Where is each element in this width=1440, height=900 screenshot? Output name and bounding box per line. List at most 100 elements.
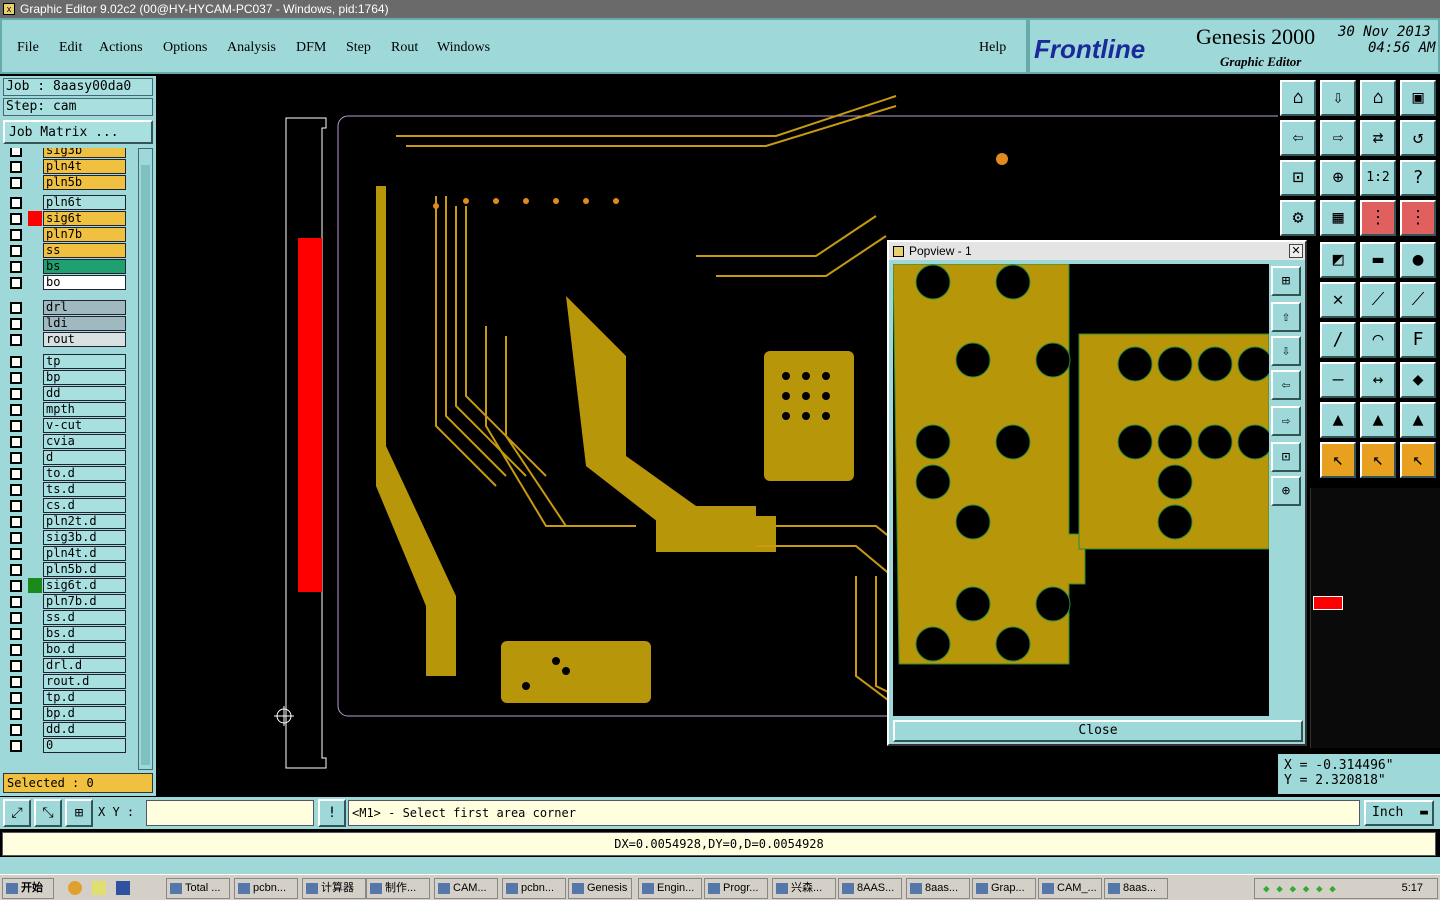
layer-checkbox[interactable] [10,516,22,528]
layer-row[interactable]: tp.d [6,690,126,705]
layer-row[interactable]: 0 [6,738,126,753]
grid-icon[interactable]: ▦ [1320,200,1356,236]
layer-checkbox[interactable] [10,404,22,416]
layer-row[interactable]: cvia [6,434,126,449]
layer-name[interactable]: drl.d [43,658,126,673]
layer-row[interactable]: pln6t [6,195,126,210]
line-2-icon[interactable]: ⟋ [1400,282,1436,318]
layer-checkbox[interactable] [10,548,22,560]
taskbar-button[interactable]: 兴森... [772,878,836,899]
taskbar-button[interactable]: pcbn... [502,878,566,899]
layer-checkbox[interactable] [10,740,22,752]
layer-checkbox[interactable] [10,500,22,512]
layer-name[interactable]: d [43,450,126,465]
taskbar-button[interactable]: CAM... [434,878,498,899]
layer-row[interactable]: rout.d [6,674,126,689]
layer-name[interactable]: rout [43,332,126,347]
triangle-2-icon[interactable]: ▲ [1360,402,1396,438]
select-icon[interactable]: ↖ [1320,442,1356,478]
layer-name[interactable]: pln7b.d [43,594,126,609]
layer-row[interactable]: pln5b [6,175,126,190]
layer-checkbox[interactable] [10,644,22,656]
layer-row[interactable]: ss.d [6,610,126,625]
taskbar-button[interactable]: 8aas... [1104,878,1168,899]
layer-checkbox[interactable] [10,197,22,209]
layer-name[interactable]: pln4t.d [43,546,126,561]
layer-checkbox[interactable] [10,334,22,346]
arc-icon[interactable]: ◠ [1360,322,1396,358]
layer-row[interactable]: drl.d [6,658,126,673]
layer-row[interactable]: sig3b [6,148,126,158]
grid-snap-icon[interactable]: ⊞ [65,799,93,827]
layer-checkbox[interactable] [10,564,22,576]
popview-fit-icon[interactable]: ⊡ [1271,442,1301,472]
layer-row[interactable]: d [6,450,126,465]
layer-name[interactable]: pln6t [43,195,126,210]
menu-help[interactable]: Help [979,40,1006,56]
layer-row[interactable]: bo.d [6,642,126,657]
popview-right-icon[interactable]: ⇨ [1271,406,1301,436]
select-3-icon[interactable]: ↖ [1400,442,1436,478]
menu-step[interactable]: Step [346,40,371,56]
taskbar-button[interactable]: CAM_... [1038,878,1102,899]
layer-row[interactable]: ts.d [6,482,126,497]
menu-dfm[interactable]: DFM [296,40,326,56]
menu-windows[interactable]: Windows [437,40,490,56]
layer-checkbox[interactable] [10,420,22,432]
layer-name[interactable]: pln5b [43,175,126,190]
taskbar-button[interactable]: 制作... [366,878,430,899]
layer-row[interactable]: ss [6,243,126,258]
pan-down-icon[interactable]: ⇩ [1320,80,1356,116]
popview-left-icon[interactable]: ⇦ [1271,370,1301,400]
layer-checkbox[interactable] [10,245,22,257]
snap-icon[interactable]: ⋮ [1360,200,1396,236]
layer-checkbox[interactable] [10,452,22,464]
layer-checkbox[interactable] [10,724,22,736]
pan-left-icon[interactable]: ⇦ [1280,120,1316,156]
layer-name[interactable]: cvia [43,434,126,449]
layer-name[interactable]: pln5b.d [43,562,126,577]
layer-row[interactable]: mpth [6,402,126,417]
layer-checkbox[interactable] [10,532,22,544]
layer-checkbox[interactable] [10,628,22,640]
job-matrix-button[interactable]: Job Matrix ... [3,120,153,144]
popview-down-icon[interactable]: ⇩ [1271,336,1301,366]
layer-name[interactable]: drl [43,300,126,315]
delete-icon[interactable]: ✕ [1320,282,1356,318]
layer-checkbox[interactable] [10,356,22,368]
layer-row[interactable]: pln5b.d [6,562,126,577]
layer-row[interactable]: rout [6,332,126,347]
units-select[interactable]: Inch ▬ [1364,800,1434,826]
layer-row[interactable]: pln7b.d [6,594,126,609]
layer-checkbox[interactable] [10,213,22,225]
layer-name[interactable]: mpth [43,402,126,417]
layer-name[interactable]: sig3b.d [43,530,126,545]
stretch-icon[interactable]: ↔ [1360,362,1396,398]
layer-row[interactable]: sig3b.d [6,530,126,545]
layer-checkbox[interactable] [10,676,22,688]
draw-line-icon[interactable]: / [1320,322,1356,358]
popview-close-icon[interactable]: ✕ [1289,244,1303,258]
snap-2-icon[interactable]: ⋮ [1400,200,1436,236]
layer-checkbox[interactable] [10,660,22,672]
layer-name[interactable]: dd.d [43,722,126,737]
measure-icon[interactable]: ⚙ [1280,200,1316,236]
layer-name[interactable]: pln2t.d [43,514,126,529]
layer-name[interactable]: bo.d [43,642,126,657]
layer-row[interactable]: bp [6,370,126,385]
layer-name[interactable]: bs [43,259,126,274]
layer-row[interactable]: bs [6,259,126,274]
xy-input[interactable] [146,800,314,826]
select-2-icon[interactable]: ↖ [1360,442,1396,478]
layer-name[interactable]: sig6t.d [43,578,126,593]
pad-icon[interactable]: ● [1400,242,1436,278]
layer-row[interactable]: ldi [6,316,126,331]
layer-row[interactable]: to.d [6,466,126,481]
triangle-3-icon[interactable]: ▲ [1400,402,1436,438]
menu-actions[interactable]: Actions [99,40,143,56]
triangle-icon[interactable]: ▲ [1320,402,1356,438]
menu-file[interactable]: File [17,40,39,56]
text-icon[interactable]: F [1400,322,1436,358]
pan-right-icon[interactable]: ⇨ [1320,120,1356,156]
layer-name[interactable]: cs.d [43,498,126,513]
